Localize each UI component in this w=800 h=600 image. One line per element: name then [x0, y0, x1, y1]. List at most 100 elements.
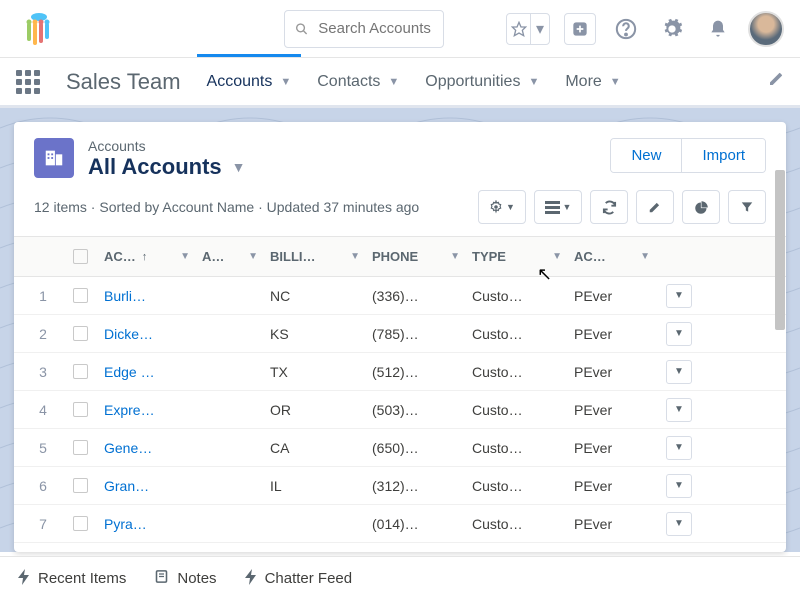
- select-all-checkbox[interactable]: [73, 249, 88, 264]
- row-checkbox[interactable]: [73, 478, 88, 493]
- row-actions-button[interactable]: ▼: [666, 322, 692, 346]
- account-link[interactable]: Gene…: [104, 440, 152, 456]
- import-button[interactable]: Import: [682, 139, 765, 172]
- tab-label: More: [565, 73, 601, 91]
- row-actions-button[interactable]: ▼: [666, 360, 692, 384]
- row-actions-button[interactable]: ▼: [666, 284, 692, 308]
- chevron-down-icon[interactable]: ▼: [640, 251, 650, 262]
- chevron-down-icon[interactable]: ▼: [552, 251, 562, 262]
- global-header: ▾: [0, 0, 800, 58]
- row-select[interactable]: [62, 478, 98, 493]
- plus-icon: [572, 21, 588, 37]
- table-row: 2Dicke…KS(785)…Custo…PEver▼: [14, 315, 786, 353]
- col-extra[interactable]: A…▼: [196, 249, 264, 264]
- col-phone[interactable]: PHONE▼: [366, 249, 466, 264]
- notes-button[interactable]: Notes: [154, 569, 216, 588]
- chevron-down-icon[interactable]: ▼: [232, 159, 246, 175]
- account-link[interactable]: Pyra…: [104, 516, 147, 532]
- gear-icon: [661, 18, 683, 40]
- row-number: 1: [24, 288, 62, 304]
- add-button[interactable]: [564, 13, 596, 45]
- account-link[interactable]: Dicke…: [104, 326, 153, 342]
- row-checkbox[interactable]: [73, 440, 88, 455]
- scrollbar-thumb[interactable]: [775, 236, 785, 330]
- row-checkbox[interactable]: [73, 326, 88, 341]
- tab-contacts[interactable]: Contacts▼: [317, 57, 399, 107]
- edit-nav-button[interactable]: [768, 71, 784, 92]
- chevron-down-icon[interactable]: ▼: [528, 76, 539, 88]
- chevron-down-icon[interactable]: ▼: [450, 251, 460, 262]
- cell-owner: PEver: [568, 440, 656, 456]
- cell-phone: (512)…: [366, 364, 466, 380]
- refresh-button[interactable]: [590, 190, 628, 224]
- row-select[interactable]: [62, 402, 98, 417]
- row-checkbox[interactable]: [73, 516, 88, 531]
- cell-name: Gene…: [98, 440, 196, 456]
- col-type[interactable]: TYPE ▼: [466, 249, 568, 264]
- account-link[interactable]: Gran…: [104, 478, 149, 494]
- row-checkbox[interactable]: [73, 364, 88, 379]
- lightning-icon: [245, 569, 257, 589]
- account-link[interactable]: Edge …: [104, 364, 155, 380]
- new-button[interactable]: New: [611, 139, 682, 172]
- filter-button[interactable]: [728, 190, 766, 224]
- setup-button[interactable]: [656, 13, 688, 45]
- row-select[interactable]: [62, 440, 98, 455]
- chevron-down-icon[interactable]: ▼: [610, 76, 621, 88]
- chevron-down-icon[interactable]: ▼: [388, 76, 399, 88]
- global-search[interactable]: [284, 10, 444, 48]
- row-select[interactable]: [62, 288, 98, 303]
- app-logo: [16, 9, 62, 49]
- chart-button[interactable]: [682, 190, 720, 224]
- app-launcher-icon[interactable]: [16, 70, 40, 94]
- notifications-button[interactable]: [702, 13, 734, 45]
- star-icon[interactable]: [507, 14, 531, 44]
- row-checkbox[interactable]: [73, 288, 88, 303]
- chevron-down-icon[interactable]: ▼: [248, 251, 258, 262]
- row-select[interactable]: [62, 364, 98, 379]
- pencil-icon: [648, 200, 662, 214]
- chatter-feed-button[interactable]: Chatter Feed: [245, 569, 353, 589]
- cell-type: Custo…: [466, 364, 568, 380]
- row-select[interactable]: [62, 516, 98, 531]
- row-actions-button[interactable]: ▼: [666, 474, 692, 498]
- account-link[interactable]: Expre…: [104, 402, 155, 418]
- tab-more[interactable]: More ▼: [565, 57, 620, 107]
- recent-items-button[interactable]: Recent Items: [18, 569, 126, 589]
- user-avatar[interactable]: [748, 11, 784, 47]
- tab-accounts[interactable]: Accounts▼: [207, 57, 292, 107]
- col-owner[interactable]: AC…▼: [568, 249, 656, 264]
- account-link[interactable]: Burli…: [104, 288, 146, 304]
- cell-phone: (014)…: [366, 516, 466, 532]
- list-view-title[interactable]: All Accounts ▼: [88, 154, 246, 180]
- row-actions-button[interactable]: ▼: [666, 512, 692, 536]
- table-row: 4Expre…OR(503)…Custo…PEver▼: [14, 391, 786, 429]
- favorites-split-button[interactable]: ▾: [506, 13, 550, 45]
- chevron-down-icon[interactable]: ▼: [180, 251, 190, 262]
- help-button[interactable]: [610, 13, 642, 45]
- edit-list-button[interactable]: [636, 190, 674, 224]
- chevron-down-icon[interactable]: ▼: [280, 76, 291, 88]
- cell-actions: ▼: [656, 474, 702, 498]
- view-name: All Accounts: [88, 154, 222, 180]
- chevron-down-icon[interactable]: ▼: [350, 251, 360, 262]
- col-label: TYPE: [472, 249, 506, 264]
- tab-opportunities[interactable]: Opportunities▼: [425, 57, 539, 107]
- row-actions-button[interactable]: ▼: [666, 436, 692, 460]
- row-select[interactable]: [62, 326, 98, 341]
- accounts-object-icon: [34, 138, 74, 178]
- search-icon: [295, 21, 308, 37]
- chevron-down-icon[interactable]: ▾: [531, 14, 549, 44]
- col-account-name[interactable]: AC…↑▼: [98, 249, 196, 264]
- row-checkbox[interactable]: [73, 402, 88, 417]
- search-input[interactable]: [318, 20, 433, 37]
- row-actions-button[interactable]: ▼: [666, 398, 692, 422]
- display-toggle-button[interactable]: ▼: [534, 190, 582, 224]
- cell-type: Custo…: [466, 516, 568, 532]
- list-controls-button[interactable]: ▼: [478, 190, 526, 224]
- col-billing[interactable]: BILLI…▼: [264, 249, 366, 264]
- pie-chart-icon: [694, 200, 709, 215]
- scrollbar[interactable]: [775, 236, 785, 552]
- col-select-all[interactable]: [62, 249, 98, 264]
- cell-name: Edge …: [98, 364, 196, 380]
